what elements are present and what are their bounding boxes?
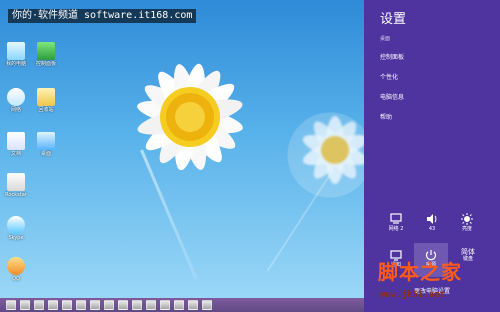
jb51-watermark: 脚本之家 www.jb51.net [378,260,462,300]
desktop-icon-recycle-bin[interactable]: 回收站 [34,88,58,113]
desktop-icon-desktop[interactable]: 桌面 [34,132,58,157]
taskbar [0,298,364,312]
charm-title: 设置 [380,12,407,27]
network-icon [390,213,402,224]
volume-control[interactable]: 43 [420,212,444,236]
control-panel-icon [37,42,55,60]
network-toggle[interactable]: 网络 2 [384,212,408,236]
control-panel-link[interactable]: 控制面板 [380,54,404,62]
edge-icon[interactable] [202,300,212,310]
desktop-icon-skype[interactable]: Skype [4,216,28,241]
desktop-icon-cat[interactable]: Rockstar [4,173,28,198]
keyboard-language-label: 简体 [461,248,475,256]
browser-icon[interactable] [62,300,72,310]
pc-info-link[interactable]: 电脑信息 [380,94,404,102]
media-icon[interactable] [48,300,58,310]
skype-icon[interactable] [118,300,128,310]
explorer-icon[interactable] [20,300,30,310]
skype-icon [7,216,25,234]
personalization-link[interactable]: 个性化 [380,74,398,82]
file-icon[interactable] [174,300,184,310]
help-link[interactable]: 帮助 [380,114,392,122]
cat-icon [7,173,25,191]
brightness-icon [461,213,473,225]
desktop-icon-document[interactable]: 文档 [4,132,28,157]
desktop-icon-network[interactable]: 网络 [4,88,28,113]
source-watermark: 你的·软件频道 software.it168.com [8,9,197,23]
brightness-control[interactable]: 亮度 [455,212,479,236]
settings-icon[interactable] [188,300,198,310]
speaker-icon [427,214,437,224]
charm-subtitle: 桌面 [380,36,391,42]
folder-icon[interactable] [34,300,44,310]
chat-icon[interactable] [104,300,114,310]
desktop-icon [37,132,55,150]
network-icon [7,88,25,106]
start-icon[interactable] [6,300,16,310]
paint-icon[interactable] [90,300,100,310]
document-icon [7,132,25,150]
desktop-icon-control-panel[interactable]: 控制面板 [34,42,58,67]
app-icon[interactable] [76,300,86,310]
desktop-icon-computer[interactable]: 我的电脑 [4,42,28,67]
network-icon[interactable] [132,300,142,310]
game-icon[interactable] [146,300,156,310]
recycle-bin-icon [37,88,55,106]
qq-icon [7,257,25,275]
drive-icon[interactable] [160,300,170,310]
daisy-flower-image [137,63,243,171]
desktop-icon-qq[interactable]: QQ [4,257,28,282]
blurred-flower-image [302,116,364,184]
computer-icon [7,42,25,60]
